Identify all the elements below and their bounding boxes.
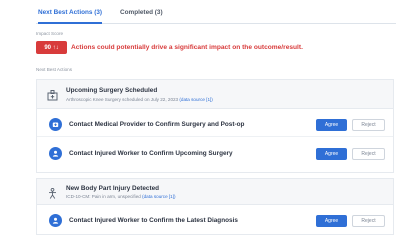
card-header: Upcoming Surgery Scheduled Arthroscopic … xyxy=(37,80,393,109)
agree-button[interactable]: Agree xyxy=(316,148,347,160)
action-label: Contact Injured Worker to Confirm the La… xyxy=(69,217,238,224)
actions-section-label: Next Best Actions xyxy=(36,67,73,72)
action-row: Contact Injured Worker to Confirm the La… xyxy=(37,209,393,233)
action-label: Contact Injured Worker to Confirm Upcomi… xyxy=(69,150,233,157)
impact-score-label: Impact Score xyxy=(36,31,64,36)
impact-score-badge: 90 ↑↓ xyxy=(36,41,67,54)
tab-bar: Next Best Actions (3) Completed (3) xyxy=(36,8,396,24)
data-source-link[interactable]: (data source [1]) xyxy=(179,97,212,102)
card-title: Upcoming Surgery Scheduled xyxy=(66,87,158,94)
agree-button[interactable]: Agree xyxy=(316,119,347,131)
action-row: Contact Medical Provider to Confirm Surg… xyxy=(37,113,393,137)
data-source-link[interactable]: (data source [1]) xyxy=(142,194,175,199)
reject-button[interactable]: Reject xyxy=(352,119,385,131)
user-icon xyxy=(49,214,62,227)
reject-button[interactable]: Reject xyxy=(352,215,385,227)
action-card-surgery: Upcoming Surgery Scheduled Arthroscopic … xyxy=(36,79,394,173)
tab-completed[interactable]: Completed (3) xyxy=(120,9,163,16)
tab-next-best-actions[interactable]: Next Best Actions (3) xyxy=(38,9,103,24)
action-row: Contact Injured Worker to Confirm Upcomi… xyxy=(37,142,393,166)
card-title: New Body Part Injury Detected xyxy=(66,185,160,192)
reject-button[interactable]: Reject xyxy=(352,148,385,160)
card-subtitle: Arthroscopic Knee Surgery scheduled on J… xyxy=(66,97,213,102)
user-icon xyxy=(49,147,62,160)
card-subtitle-text: ICD-10-CM: Pain in arm, unspecified xyxy=(66,194,141,199)
card-subtitle-text: Arthroscopic Knee Surgery scheduled on J… xyxy=(66,97,179,102)
hospital-icon xyxy=(47,88,58,101)
action-label: Contact Medical Provider to Confirm Surg… xyxy=(69,121,245,128)
body-injury-icon xyxy=(47,186,58,199)
card-subtitle: ICD-10-CM: Pain in arm, unspecified (dat… xyxy=(66,194,176,199)
impact-score-row: 90 ↑↓ Actions could potentially drive a … xyxy=(36,41,303,54)
medical-provider-icon xyxy=(49,118,62,131)
impact-description: Actions could potentially drive a signif… xyxy=(71,44,303,51)
action-card-injury: New Body Part Injury Detected ICD-10-CM:… xyxy=(36,178,394,235)
card-header: New Body Part Injury Detected ICD-10-CM:… xyxy=(37,179,393,205)
agree-button[interactable]: Agree xyxy=(316,215,347,227)
